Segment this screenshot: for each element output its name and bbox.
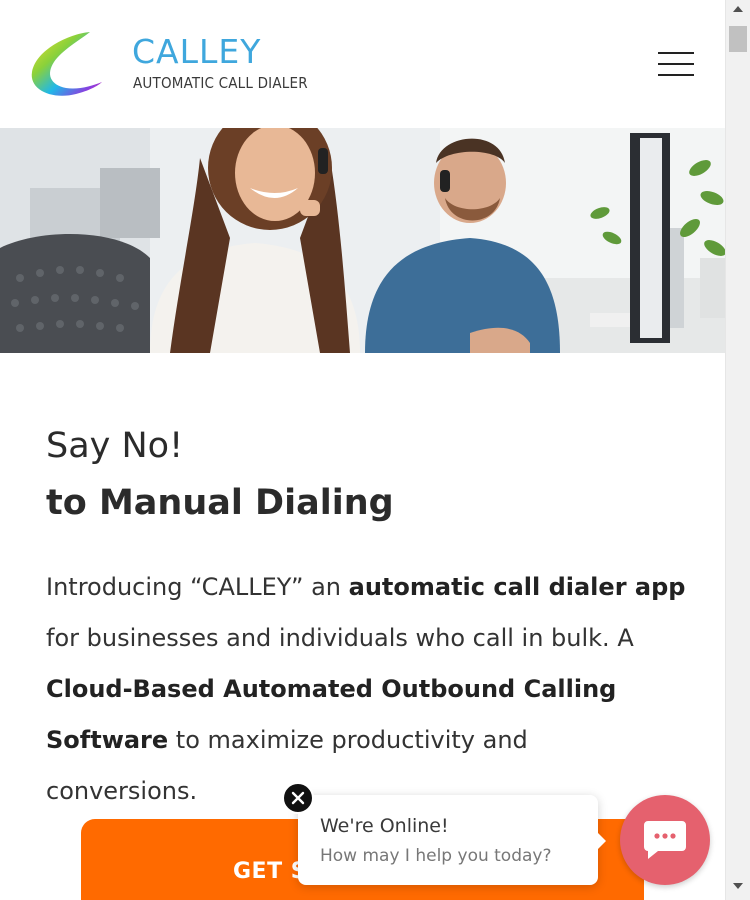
intro-section: Say No! to Manual Dialing Introducing “C…: [46, 420, 686, 817]
intro-text-1: Introducing “CALLEY” an: [46, 573, 349, 601]
headline-prefix: to: [46, 483, 99, 523]
page: CALLEY AUTOMATIC CALL DIALER Say No! to …: [0, 0, 725, 900]
page-scrollbar[interactable]: [725, 0, 750, 900]
logo-title: CALLEY: [132, 32, 262, 71]
intro-text-2: for businesses and individuals who call …: [46, 624, 634, 652]
scroll-down-arrow-icon[interactable]: [733, 883, 743, 889]
chat-subtitle: How may I help you today?: [320, 846, 552, 866]
chat-bubble-icon: [644, 821, 686, 859]
logo-link[interactable]: CALLEY AUTOMATIC CALL DIALER: [28, 28, 338, 100]
hamburger-menu-icon[interactable]: [658, 50, 694, 78]
site-header: CALLEY AUTOMATIC CALL DIALER: [0, 0, 725, 128]
scrollbar-thumb[interactable]: [729, 26, 747, 52]
scroll-up-arrow-icon[interactable]: [733, 6, 743, 12]
chat-launcher-button[interactable]: [620, 795, 710, 885]
chat-title: We're Online!: [320, 815, 449, 837]
close-icon[interactable]: [282, 782, 314, 814]
intro-paragraph: Introducing “CALLEY” an automatic call d…: [46, 562, 686, 817]
chat-greeting-popup[interactable]: We're Online! How may I help you today?: [298, 795, 606, 885]
logo-subtitle: AUTOMATIC CALL DIALER: [133, 74, 308, 92]
menu-bar: [658, 63, 694, 65]
hero-image: [0, 128, 725, 353]
calley-logo-icon: [31, 32, 102, 96]
close-x-glyph: [291, 791, 305, 805]
menu-bar: [658, 74, 694, 76]
headline-line-2: to Manual Dialing: [46, 472, 686, 534]
intro-bold-1: automatic call dialer app: [348, 573, 686, 601]
headline-line-1: Say No!: [46, 426, 184, 466]
menu-bar: [658, 52, 694, 54]
hero-photo-illustration: [0, 128, 725, 353]
headline-bold: Manual Dialing: [98, 483, 394, 523]
